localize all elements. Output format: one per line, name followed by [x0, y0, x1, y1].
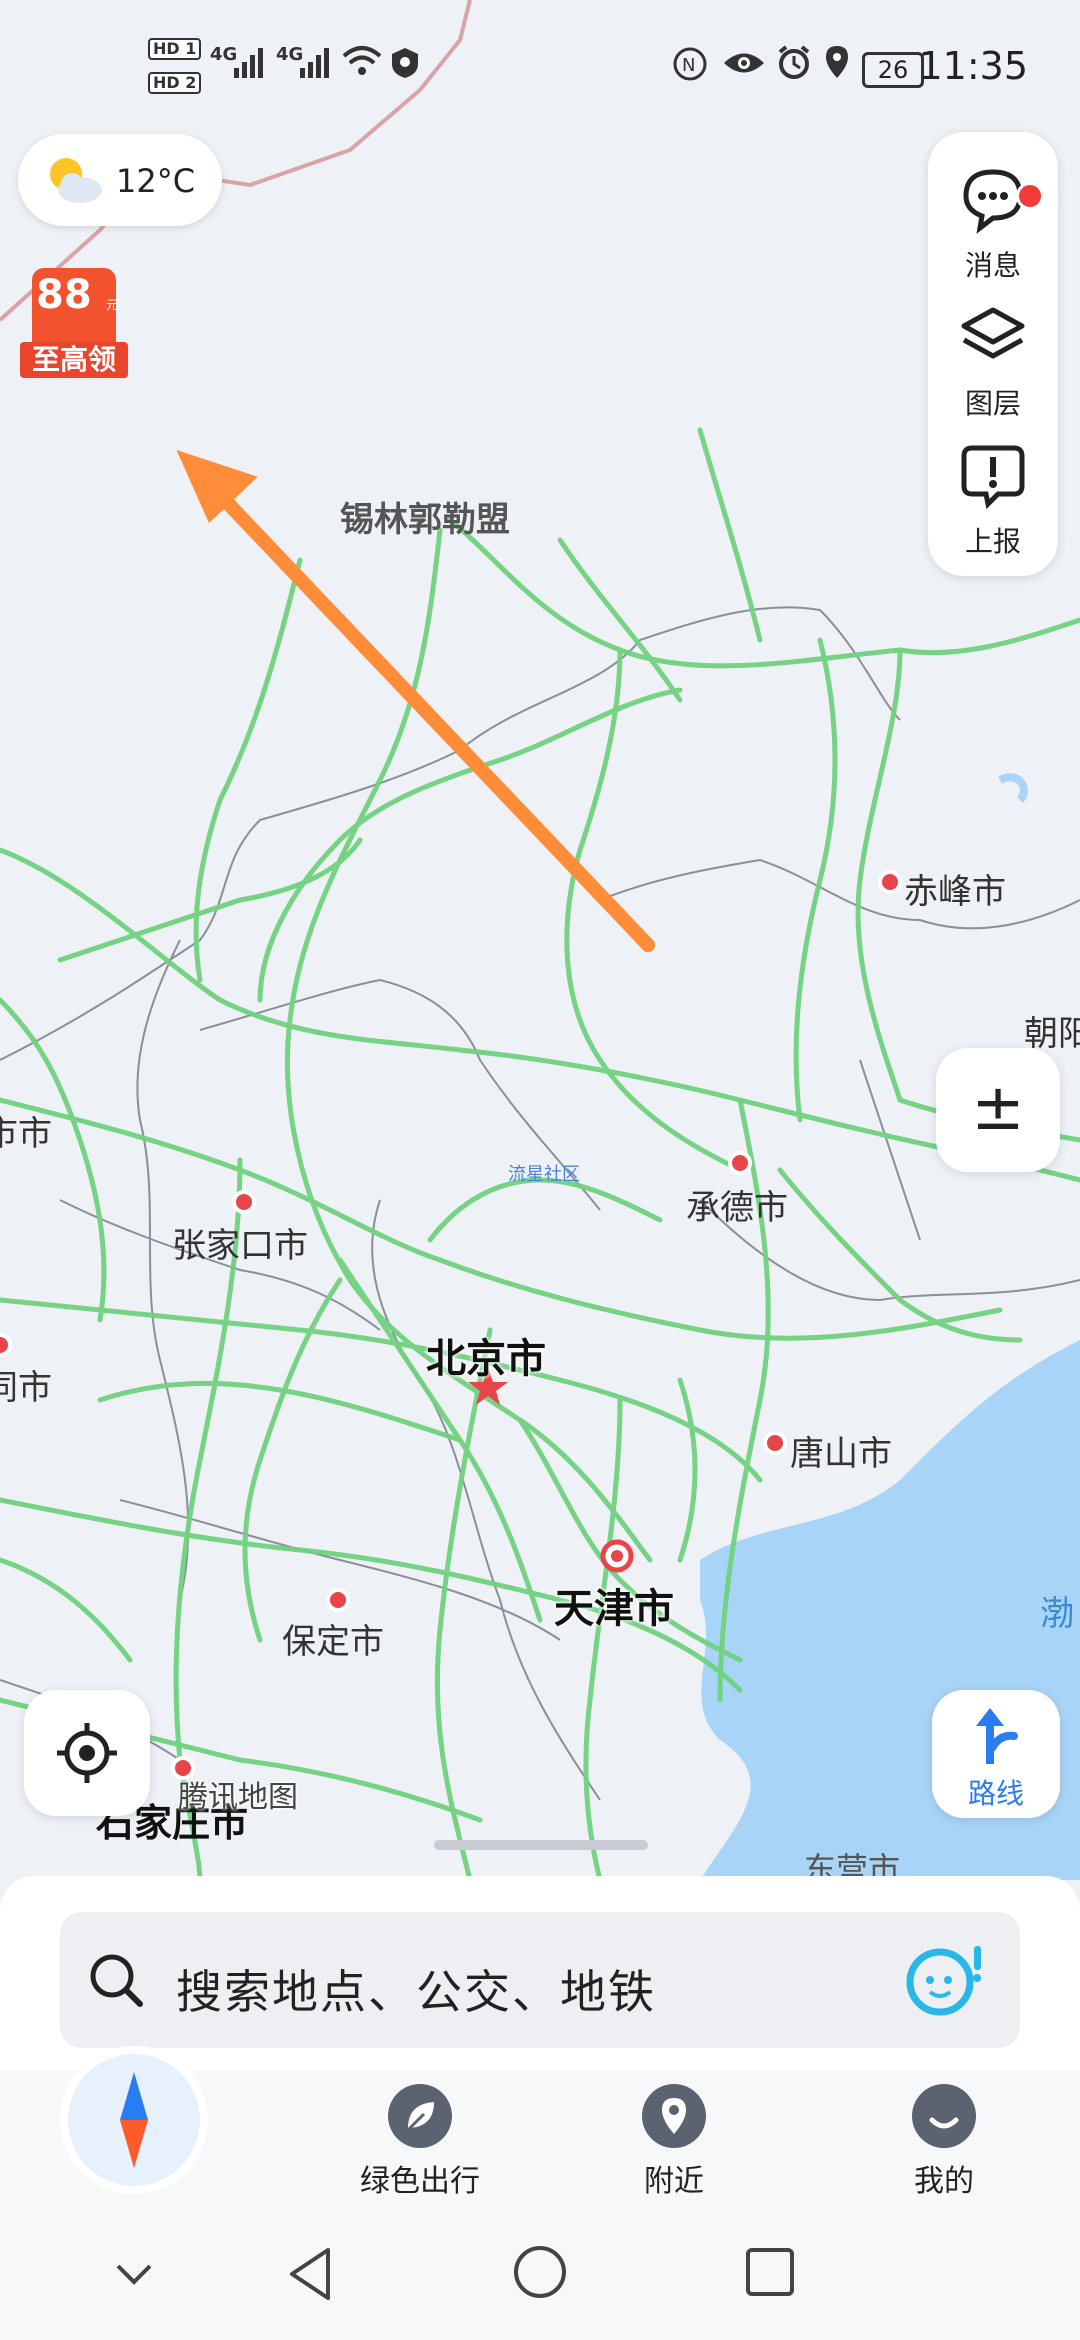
- system-nav-bar: [0, 2220, 1080, 2340]
- status-bar: HD 1 HD 2 4G 4G N 26 11:35: [0, 0, 1080, 130]
- city-dot-baoding: [326, 1588, 350, 1612]
- city-dot-zhangjiakou: [232, 1190, 256, 1214]
- layers-label: 图层: [964, 387, 1021, 420]
- map-label-baoding: 保定市: [282, 1622, 384, 1662]
- compass-button[interactable]: [68, 2054, 200, 2186]
- home-icon[interactable]: [512, 2244, 568, 2300]
- search-bar[interactable]: 搜索地点、公交、地铁: [60, 1912, 1020, 2048]
- crosshair-icon: [57, 1723, 117, 1783]
- alarm-icon: [778, 45, 810, 79]
- messages-label: 消息: [964, 249, 1021, 282]
- zoom-button[interactable]: ±: [936, 1048, 1060, 1172]
- map-view[interactable]: [0, 0, 1080, 1880]
- promo-badge[interactable]: 88 元 至高领: [18, 268, 130, 382]
- map-label-left-city-1: 市市: [0, 1114, 52, 1154]
- map-label-chengde: 承德市: [686, 1188, 788, 1228]
- map-label-liulizhi: 流星社区: [508, 1164, 580, 1185]
- notification-dot: [1016, 182, 1044, 210]
- weather-pill[interactable]: 12°C: [18, 134, 222, 226]
- promo-unit: 元: [106, 298, 119, 312]
- map-label-chifeng: 赤峰市: [904, 872, 1006, 912]
- signal-icon-2: [300, 48, 329, 78]
- tab-me[interactable]: 我的: [844, 2084, 1044, 2200]
- signal-icon: [234, 48, 263, 78]
- leaf-icon: [388, 2084, 452, 2148]
- map-label-beijing: 北京市: [426, 1336, 546, 1382]
- map-watermark: 腾讯地图: [178, 1780, 298, 1815]
- promo-amount: 88: [36, 272, 92, 318]
- wifi-icon: [342, 46, 382, 75]
- report-label: 上报: [964, 525, 1021, 558]
- search-icon: [90, 1954, 143, 2007]
- sim1-hd-badge: HD 1: [148, 38, 202, 60]
- chevron-down-icon[interactable]: [112, 2258, 156, 2290]
- route-button[interactable]: 路线: [932, 1690, 1060, 1818]
- layers-icon: [961, 307, 1025, 359]
- location-icon: [826, 46, 848, 78]
- map-label-zhangjiakou: 张家口市: [172, 1226, 308, 1266]
- svg-text:N: N: [682, 55, 695, 76]
- layers-button[interactable]: 图层: [928, 290, 1058, 420]
- city-dot-chengde: [728, 1151, 752, 1175]
- map-label-xilinguole: 锡林郭勒盟: [340, 500, 510, 540]
- search-placeholder: 搜索地点、公交、地铁: [176, 1965, 656, 2019]
- recents-icon[interactable]: [744, 2246, 796, 2298]
- weather-temperature: 12°C: [116, 162, 196, 200]
- messages-button[interactable]: 消息: [928, 152, 1058, 282]
- map-label-tianjin: 天津市: [554, 1586, 674, 1632]
- vpn-shield-icon: [392, 48, 418, 78]
- compass-icon: [120, 2072, 148, 2168]
- voice-assistant-icon[interactable]: [900, 1940, 990, 2020]
- city-dot-left: [0, 1333, 12, 1357]
- promo-label: 至高领: [20, 342, 128, 378]
- city-dot-tangshan: [763, 1431, 787, 1455]
- map-label-tangshan: 唐山市: [790, 1434, 892, 1474]
- eye-icon: [724, 53, 764, 73]
- tab-green-travel-label: 绿色出行: [360, 2164, 480, 2199]
- map-label-left-city-2: 同市: [0, 1368, 52, 1408]
- tab-nearby-label: 附近: [644, 2164, 704, 2199]
- route-arrow-icon: [976, 1708, 1018, 1764]
- sheet-drag-handle[interactable]: [434, 1840, 648, 1850]
- partly-cloudy-icon: [50, 158, 102, 203]
- map-label-bohai: 渤: [1040, 1594, 1074, 1634]
- locate-me-button[interactable]: [24, 1690, 150, 1816]
- city-dot-chifeng: [878, 870, 902, 894]
- report-alert-icon: [961, 445, 1025, 510]
- tab-green-travel[interactable]: 绿色出行: [320, 2084, 520, 2200]
- right-tools-panel: 消息 图层 上报: [928, 132, 1058, 576]
- smile-icon: [912, 2084, 976, 2148]
- report-button[interactable]: 上报: [928, 428, 1058, 558]
- route-label: 路线: [967, 1777, 1024, 1810]
- status-time: 11:35: [918, 44, 1028, 88]
- tab-nearby[interactable]: 附近: [574, 2084, 774, 2200]
- back-icon[interactable]: [284, 2244, 336, 2304]
- nfc-icon: N: [673, 47, 707, 81]
- battery-indicator: 26: [862, 52, 924, 88]
- location-pin-icon: [642, 2084, 706, 2148]
- tab-me-label: 我的: [914, 2164, 974, 2199]
- sim2-hd-badge: HD 2: [148, 72, 202, 94]
